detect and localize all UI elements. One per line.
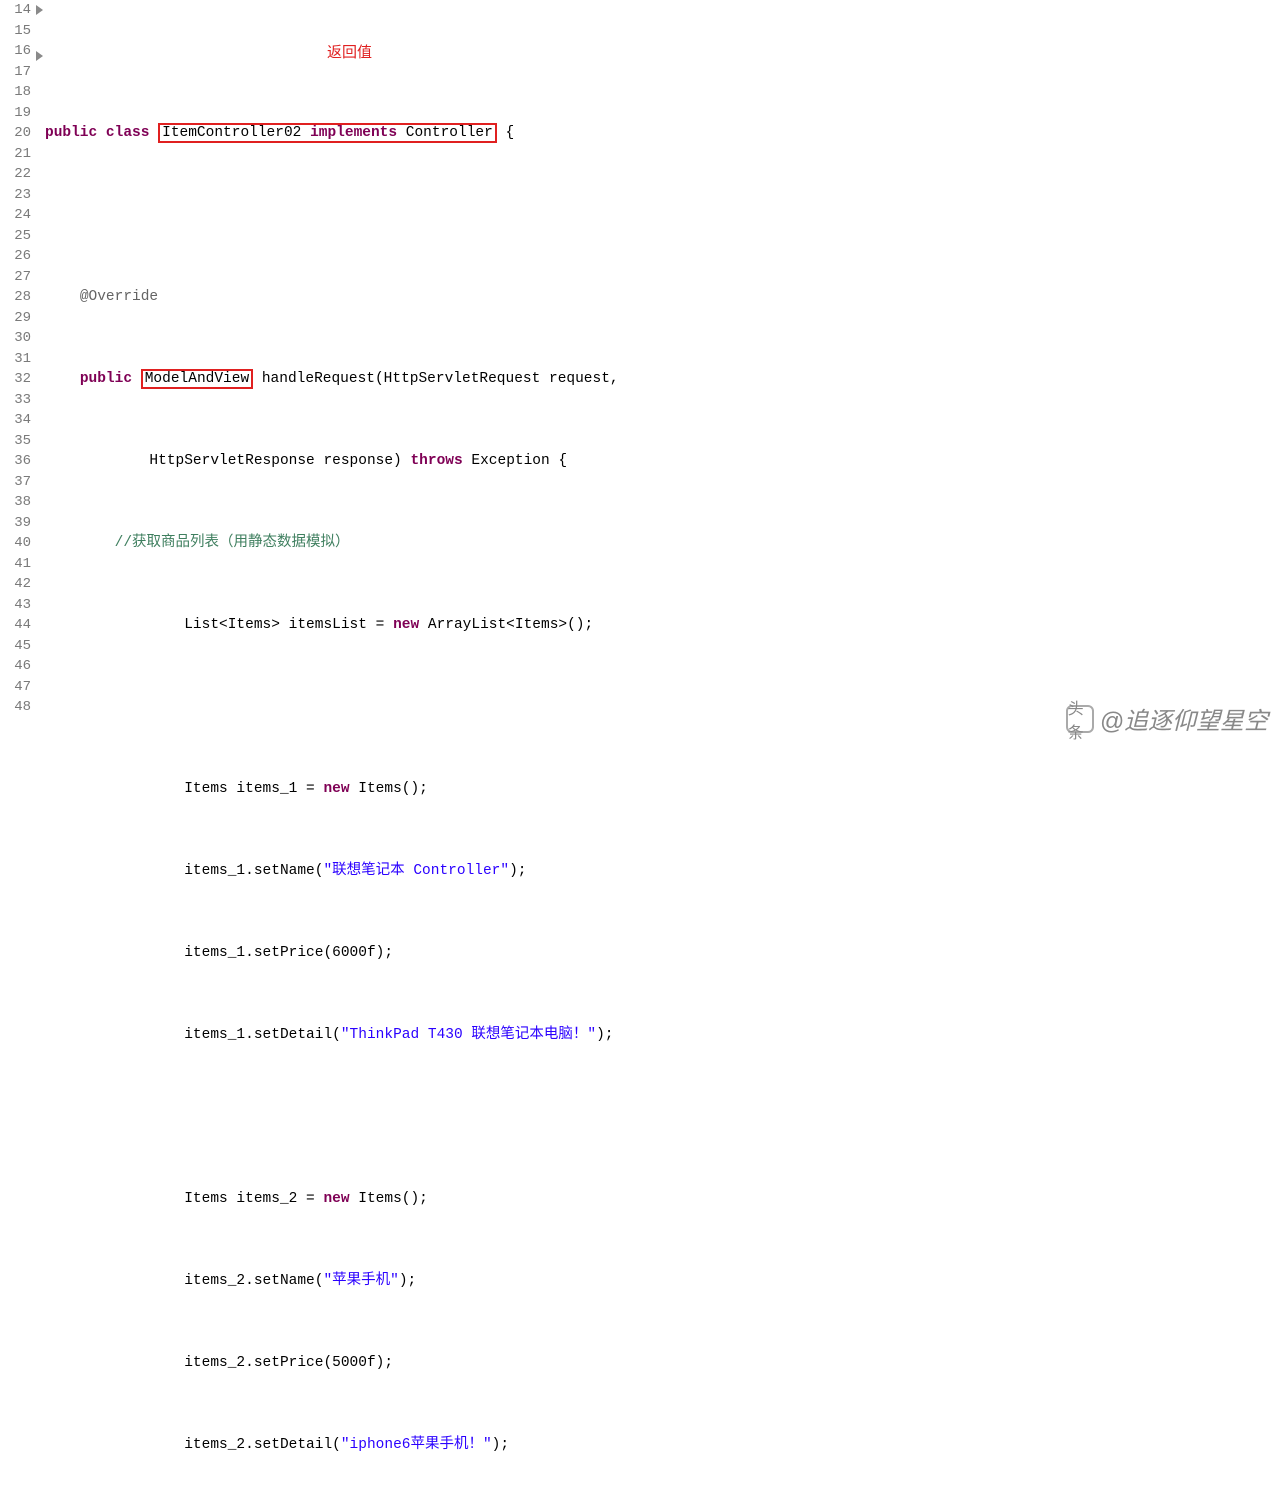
line-number: 24: [0, 205, 31, 226]
code-line: public ModelAndView handleRequest(HttpSe…: [45, 369, 1280, 390]
line-number: 30: [0, 328, 31, 349]
line-number: 28: [0, 287, 31, 308]
code-line: public class ItemController02 implements…: [45, 123, 1280, 144]
fold-marker-column: [35, 0, 45, 754]
line-number: 20: [0, 123, 31, 144]
line-number: 16: [0, 41, 31, 62]
line-number: 31: [0, 349, 31, 370]
highlight-box-class-decl: ItemController02 implements Controller: [158, 123, 497, 143]
highlight-box-return-type: ModelAndView: [141, 369, 253, 389]
line-number: 32: [0, 369, 31, 390]
code-line: items_1.setDetail("ThinkPad T430 联想笔记本电脑…: [45, 1025, 1280, 1046]
code-line: [45, 205, 1280, 226]
line-number: 37: [0, 472, 31, 493]
line-number: 36: [0, 451, 31, 472]
keyword: public class: [45, 125, 158, 141]
line-number: 47: [0, 677, 31, 698]
line-number: 25: [0, 226, 31, 247]
code-line: Items items_1 = new Items();: [45, 779, 1280, 800]
line-number: 39: [0, 513, 31, 534]
code-line: [45, 1107, 1280, 1128]
line-number: 23: [0, 185, 31, 206]
code-line: items_1.setName("联想笔记本 Controller");: [45, 861, 1280, 882]
line-number: 29: [0, 308, 31, 329]
line-number: 14: [0, 0, 31, 21]
override-marker-icon: [36, 51, 43, 61]
line-number: 35: [0, 431, 31, 452]
line-number: 18: [0, 82, 31, 103]
code-line: items_2.setDetail("iphone6苹果手机！");: [45, 1435, 1280, 1456]
line-number: 38: [0, 492, 31, 513]
annotation-return-value: 返回值: [327, 43, 372, 64]
annotation-override: @Override: [80, 289, 158, 305]
code-line: List<Items> itemsList = new ArrayList<It…: [45, 615, 1280, 636]
line-number-gutter: 1415161718192021222324252627282930313233…: [0, 0, 35, 754]
code-line: HttpServletResponse response) throws Exc…: [45, 451, 1280, 472]
code-editor: 1415161718192021222324252627282930313233…: [0, 0, 1280, 754]
line-number: 41: [0, 554, 31, 575]
line-number: 43: [0, 595, 31, 616]
line-number: 33: [0, 390, 31, 411]
watermark: 头条 @追逐仰望星空: [1066, 701, 1268, 736]
code-area: 返回值 public class ItemController02 implem…: [45, 0, 1280, 754]
line-number: 34: [0, 410, 31, 431]
line-number: 26: [0, 246, 31, 267]
code-line: @Override: [45, 287, 1280, 308]
line-number: 48: [0, 697, 31, 718]
override-marker-icon: [36, 5, 43, 15]
line-number: 17: [0, 62, 31, 83]
code-line: items_2.setPrice(5000f);: [45, 1353, 1280, 1374]
line-number: 15: [0, 21, 31, 42]
line-number: 42: [0, 574, 31, 595]
line-number: 22: [0, 164, 31, 185]
code-line: //获取商品列表（用静态数据模拟）: [45, 533, 1280, 554]
code-line: items_2.setName("苹果手机");: [45, 1271, 1280, 1292]
line-number: 21: [0, 144, 31, 165]
watermark-logo-icon: 头条: [1066, 705, 1094, 733]
line-number: 45: [0, 636, 31, 657]
line-number: 40: [0, 533, 31, 554]
code-line: Items items_2 = new Items();: [45, 1189, 1280, 1210]
line-number: 44: [0, 615, 31, 636]
line-number: 46: [0, 656, 31, 677]
line-number: 19: [0, 103, 31, 124]
line-number: 27: [0, 267, 31, 288]
watermark-text: @追逐仰望星空: [1100, 701, 1268, 736]
code-line: items_1.setPrice(6000f);: [45, 943, 1280, 964]
